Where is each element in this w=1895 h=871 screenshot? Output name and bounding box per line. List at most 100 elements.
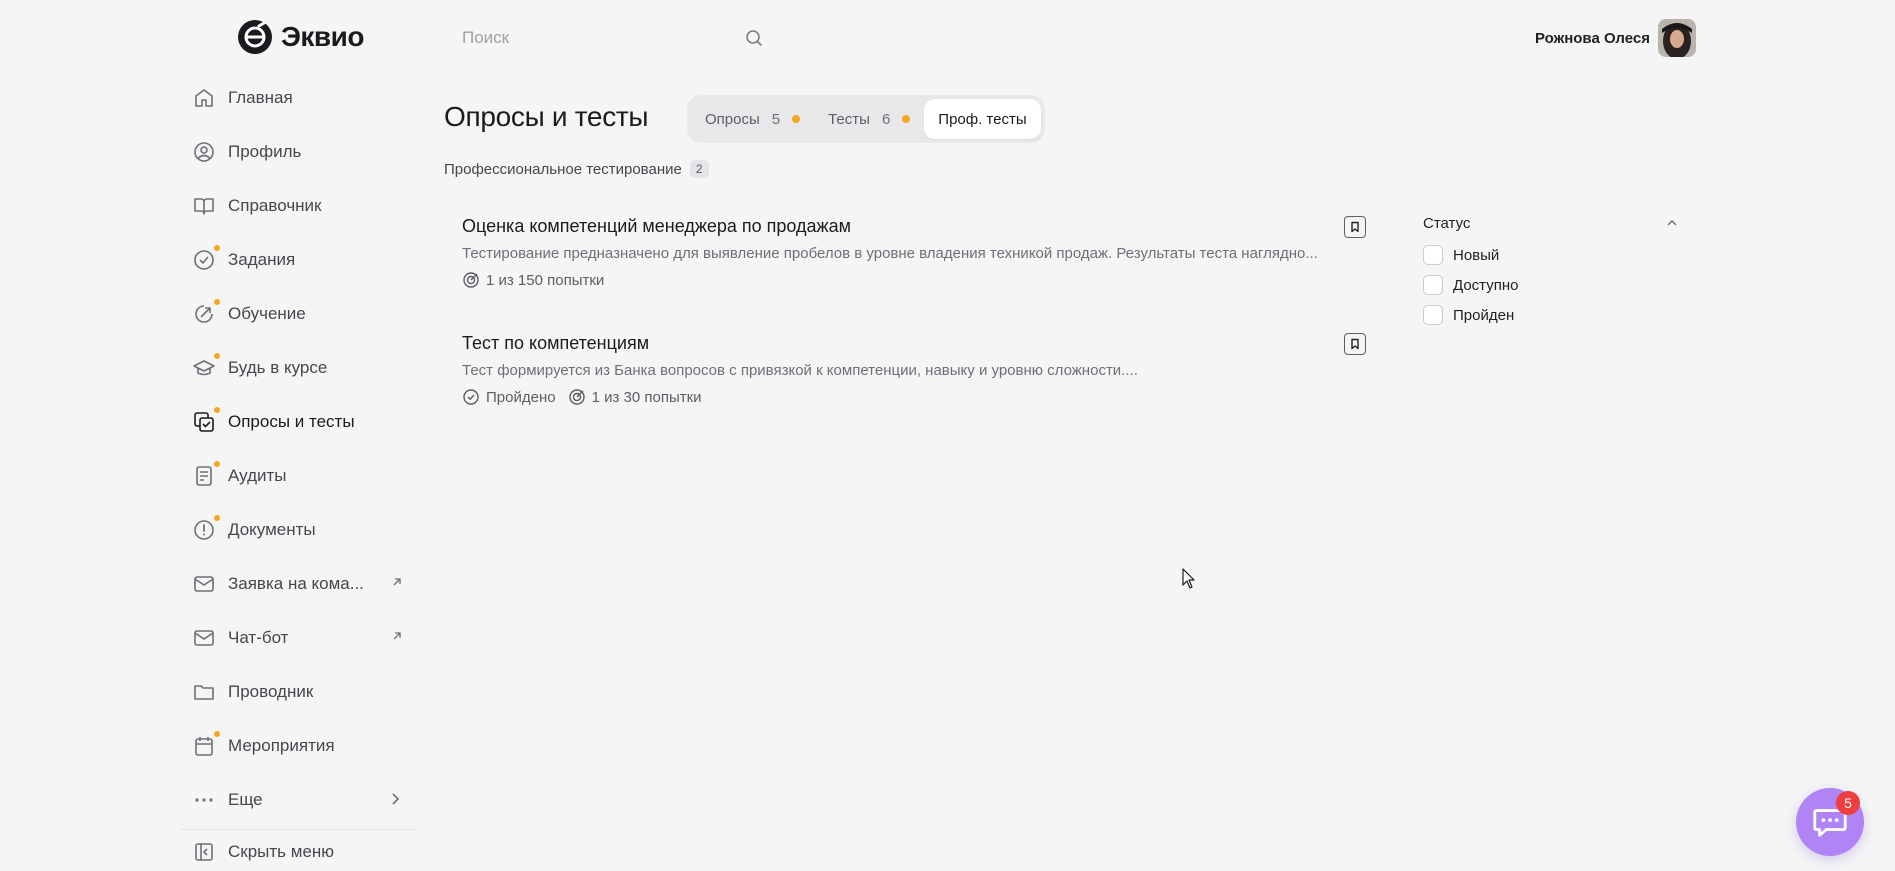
external-link-icon xyxy=(393,632,401,640)
folder-icon xyxy=(192,680,216,704)
sidebar-item-surveys[interactable]: Опросы и тесты xyxy=(180,395,416,449)
section-count-badge: 2 xyxy=(689,160,709,178)
sidebar-item-request[interactable]: Заявка на кома... xyxy=(180,557,416,611)
sidebar-item-handbook[interactable]: Справочник xyxy=(180,179,416,233)
test-card[interactable]: Тест по компетенциям Тест формируется из… xyxy=(462,333,1366,406)
sidebar-item-label: Справочник xyxy=(228,196,322,215)
sidebar-item-label: Чат-бот xyxy=(228,628,289,647)
search-input[interactable] xyxy=(462,28,722,48)
filter-header[interactable]: Статус xyxy=(1423,212,1679,234)
notification-dot xyxy=(902,115,911,123)
sidebar-item-profile[interactable]: Профиль xyxy=(180,125,416,179)
sidebar-item-label: Еще xyxy=(228,790,263,809)
tab-surveys[interactable]: Опросы 5 xyxy=(691,99,814,139)
logo-icon xyxy=(238,20,272,54)
external-link-icon xyxy=(393,578,401,586)
filter-option-label: Новый xyxy=(1453,246,1500,264)
attempts-text: 1 из 150 попытки xyxy=(486,271,605,289)
section-title: Профессиональное тестирование xyxy=(444,160,682,178)
card-title[interactable]: Оценка компетенций менеджера по продажам xyxy=(462,216,1366,237)
tab-label: Тесты xyxy=(828,110,870,128)
mouse-cursor-icon xyxy=(1182,568,1195,589)
notification-dot xyxy=(214,299,220,305)
notification-dot xyxy=(214,515,220,521)
card-description: Тестирование предназначено для выявление… xyxy=(462,245,1318,262)
notification-dot xyxy=(214,407,220,413)
status-text: Пройдено xyxy=(486,388,556,406)
card-title[interactable]: Тест по компетенциям xyxy=(462,333,1366,354)
check-circle-icon xyxy=(192,245,220,272)
bookmark-button[interactable] xyxy=(1344,216,1366,238)
sidebar-item-label: Документы xyxy=(228,520,316,539)
page-title: Опросы и тесты xyxy=(444,101,649,132)
avatar-image xyxy=(1658,19,1696,57)
chevron-up-icon[interactable] xyxy=(1665,216,1679,230)
avatar[interactable] xyxy=(1658,19,1696,57)
notification-dot xyxy=(214,461,220,467)
sidebar-item-documents[interactable]: Документы xyxy=(180,503,416,557)
tab-label: Опросы xyxy=(705,110,760,128)
notification-dot xyxy=(214,731,220,737)
notification-dot xyxy=(214,245,220,251)
card-meta: 1 из 150 попытки xyxy=(462,271,1366,289)
logo[interactable]: Эквио xyxy=(237,19,364,55)
tab-prof-tests[interactable]: Проф. тесты xyxy=(924,99,1041,139)
bookmark-button[interactable] xyxy=(1344,333,1366,355)
tab-tests[interactable]: Тесты 6 xyxy=(814,99,924,139)
check-circle-icon xyxy=(463,389,479,405)
search-icon[interactable] xyxy=(744,28,764,48)
sidebar-item-tasks[interactable]: Задания xyxy=(180,233,416,287)
sidebar-item-label: Опросы и тесты xyxy=(228,412,355,431)
checkbox[interactable] xyxy=(1423,305,1443,325)
hide-menu-button[interactable]: Скрыть меню xyxy=(180,830,416,871)
calendar-icon xyxy=(192,731,220,758)
notification-dot xyxy=(214,353,220,359)
sidebar-item-label: Будь в курсе xyxy=(228,358,328,377)
status-filter: Статус Новый Доступно Пройден xyxy=(1423,212,1679,330)
card-meta: Пройдено 1 из 30 попытки xyxy=(462,388,1366,406)
attempts-text: 1 из 30 попытки xyxy=(591,388,702,406)
sidebar-item-explorer[interactable]: Проводник xyxy=(180,665,416,719)
filter-option-label: Пройден xyxy=(1453,306,1515,324)
sidebar-item-home[interactable]: Главная xyxy=(180,71,416,125)
checkbox[interactable] xyxy=(1423,245,1443,265)
filter-option-label: Доступно xyxy=(1453,276,1519,294)
sidebar-item-label: Профиль xyxy=(228,142,302,161)
filter-option-passed[interactable]: Пройден xyxy=(1423,300,1679,330)
sidebar-item-more[interactable]: Еще xyxy=(180,773,416,827)
tab-count: 5 xyxy=(771,110,781,128)
bookmark-icon xyxy=(1351,221,1359,233)
attempts-info: 1 из 150 попытки xyxy=(462,271,604,289)
collapse-sidebar-icon xyxy=(192,840,216,864)
search-bar[interactable] xyxy=(462,24,764,52)
learning-icon xyxy=(192,299,220,326)
sidebar-item-events[interactable]: Мероприятия xyxy=(180,719,416,773)
tabs: Опросы 5 Тесты 6 Проф. тесты xyxy=(687,95,1045,143)
filter-option-new[interactable]: Новый xyxy=(1423,240,1679,270)
sidebar-item-news[interactable]: Будь в курсе xyxy=(180,341,416,395)
hide-menu-label: Скрыть меню xyxy=(228,842,335,861)
test-card[interactable]: Оценка компетенций менеджера по продажам… xyxy=(462,216,1366,289)
sidebar-item-chatbot[interactable]: Чат-бот xyxy=(180,611,416,665)
sidebar-item-label: Главная xyxy=(228,88,293,107)
chat-badge: 5 xyxy=(1836,791,1860,815)
survey-icon xyxy=(192,407,220,434)
attempts-icon xyxy=(568,389,585,405)
sidebar-item-audits[interactable]: Аудиты xyxy=(180,449,416,503)
checkbox[interactable] xyxy=(1423,275,1443,295)
sidebar-item-label: Заявка на кома... xyxy=(228,574,364,593)
sidebar-item-learning[interactable]: Обучение xyxy=(180,287,416,341)
graduation-cap-icon xyxy=(192,353,220,380)
filter-option-available[interactable]: Доступно xyxy=(1423,270,1679,300)
audit-icon xyxy=(192,461,220,488)
attempts-icon xyxy=(463,272,479,288)
sidebar: Главная Профиль Справочник Задания Обуче… xyxy=(180,71,416,871)
attempts-info: 1 из 30 попытки xyxy=(568,388,702,406)
sidebar-item-label: Аудиты xyxy=(228,466,287,485)
more-icon xyxy=(192,788,216,812)
book-icon xyxy=(192,194,216,218)
mail-icon xyxy=(192,626,216,650)
card-description: Тест формируется из Банка вопросов с при… xyxy=(462,362,1138,379)
chevron-right-icon xyxy=(392,793,400,805)
user-menu[interactable]: Рожнова Олеся xyxy=(1535,19,1696,57)
